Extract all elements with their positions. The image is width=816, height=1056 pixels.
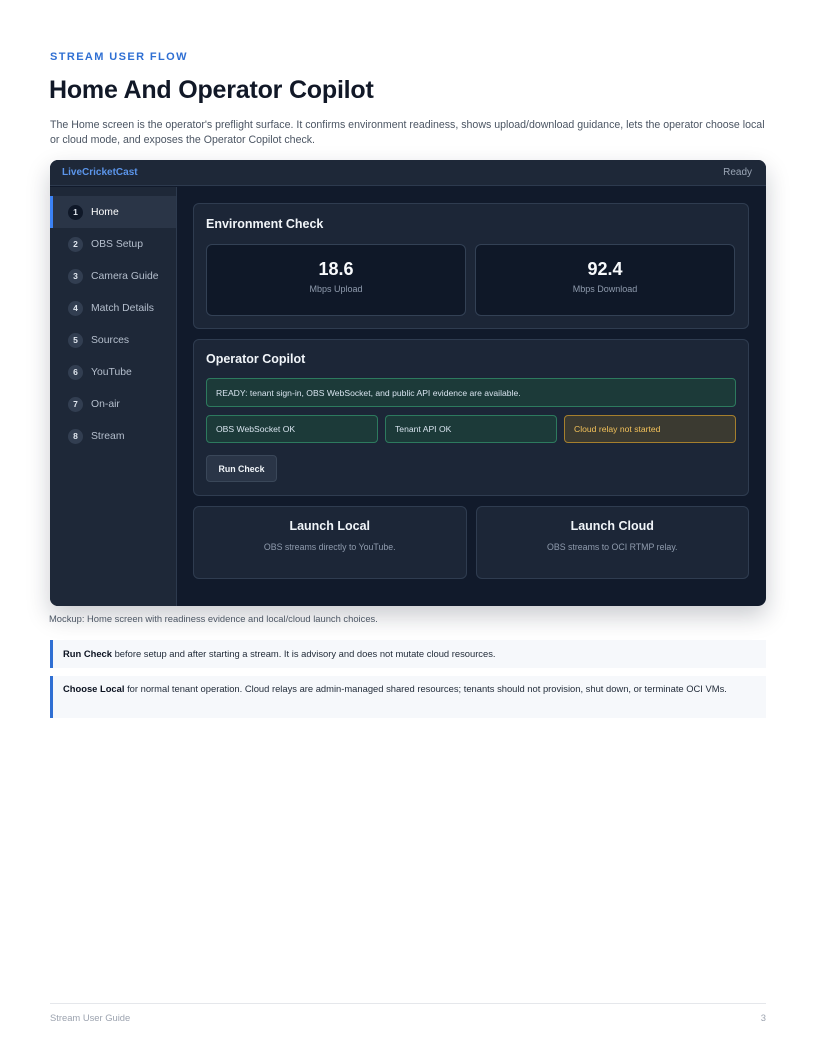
environment-check-title: Environment Check [206,217,324,231]
step-number: 1 [68,204,83,220]
step-number: 8 [68,428,83,444]
launch-local-description: OBS streams directly to YouTube. [263,542,396,552]
sidebar-item-home[interactable]: 1 Home [50,196,176,228]
callout-text: for normal tenant operation. Cloud relay… [124,683,727,694]
footer-divider [50,1003,766,1004]
upload-value: 18.6 [318,259,354,279]
footer-title: Stream User Guide [50,1012,131,1023]
page-number: 3 [760,1012,766,1023]
upload-metric-card: 18.6 Mbps Upload [206,244,466,316]
operator-copilot-panel: Operator Copilot READY: tenant sign-in, … [193,339,749,496]
step-number: 4 [68,300,83,316]
launch-options: Launch Local OBS streams directly to You… [193,506,749,579]
sidebar-item-label: Match Details [91,302,154,314]
launch-local-title: Launch Local [289,519,371,533]
step-number: 3 [68,268,83,284]
sidebar-item-label: YouTube [91,366,132,378]
sidebar-nav: 1 Home 2 OBS Setup 3 Camera Guide 4 Matc… [50,187,176,452]
mockup-caption: Mockup: Home screen with readiness evide… [49,613,378,624]
status-badge-cloud-relay: Cloud relay not started [564,415,736,443]
step-number: 7 [68,396,83,412]
environment-check-panel: Environment Check 18.6 Mbps Upload 92.4 … [193,203,749,329]
app-titlebar: LiveCricketCast Ready [50,160,766,186]
copilot-ready-message: READY: tenant sign-in, OBS WebSocket, an… [206,378,736,407]
status-badge-tenant-api: Tenant API OK [385,415,557,443]
download-unit: Mbps Download [572,284,638,294]
app-mockup-window: LiveCricketCast Ready 1 Home 2 OBS Setup… [50,160,766,606]
intro-paragraph: The Home screen is the operator's prefli… [50,119,765,146]
sidebar-item-label: Home [91,206,119,218]
sidebar: 1 Home 2 OBS Setup 3 Camera Guide 4 Matc… [50,187,177,606]
callout-strong: Choose Local [63,683,125,694]
download-metric-card: 92.4 Mbps Download [475,244,735,316]
callout-choose-local: Choose Local for normal tenant operation… [50,676,766,718]
sidebar-item-stream[interactable]: 8 Stream [50,420,176,452]
launch-cloud-card[interactable]: Launch Cloud OBS streams to OCI RTMP rel… [475,506,749,579]
launch-local-card[interactable]: Launch Local OBS streams directly to You… [193,506,467,579]
step-number: 5 [68,332,83,348]
sidebar-item-sources[interactable]: 5 Sources [50,324,176,356]
upload-unit: Mbps Upload [309,284,363,294]
app-name: LiveCricketCast [62,167,138,178]
sidebar-item-camera-guide[interactable]: 3 Camera Guide [50,260,176,292]
page-title: Home And Operator Copilot [49,76,374,104]
callout-text: before setup and after starting a stream… [111,648,496,659]
step-number: 2 [68,236,83,252]
sidebar-item-label: Camera Guide [91,270,159,282]
step-number: 6 [68,364,83,380]
main-content: Environment Check 18.6 Mbps Upload 92.4 … [193,203,749,579]
sidebar-item-youtube[interactable]: 6 YouTube [50,356,176,388]
callout-run-check: Run Check before setup and after startin… [50,640,766,668]
callout-strong: Run Check [63,648,112,659]
sidebar-item-label: Sources [91,334,130,346]
eyebrow-label: STREAM USER FLOW [50,51,188,63]
sidebar-item-on-air[interactable]: 7 On-air [50,388,176,420]
launch-cloud-description: OBS streams to OCI RTMP relay. [546,542,678,552]
sidebar-item-match-details[interactable]: 4 Match Details [50,292,176,324]
run-check-button[interactable]: Run Check [206,455,277,482]
sidebar-item-label: Stream [91,430,125,442]
sidebar-item-label: OBS Setup [91,238,143,250]
sidebar-item-obs-setup[interactable]: 2 OBS Setup [50,228,176,260]
status-badge-obs-websocket: OBS WebSocket OK [206,415,378,443]
sidebar-item-label: On-air [91,398,120,410]
operator-copilot-title: Operator Copilot [206,352,306,366]
app-status: Ready [723,167,752,178]
launch-cloud-title: Launch Cloud [570,519,654,533]
download-value: 92.4 [587,259,623,279]
